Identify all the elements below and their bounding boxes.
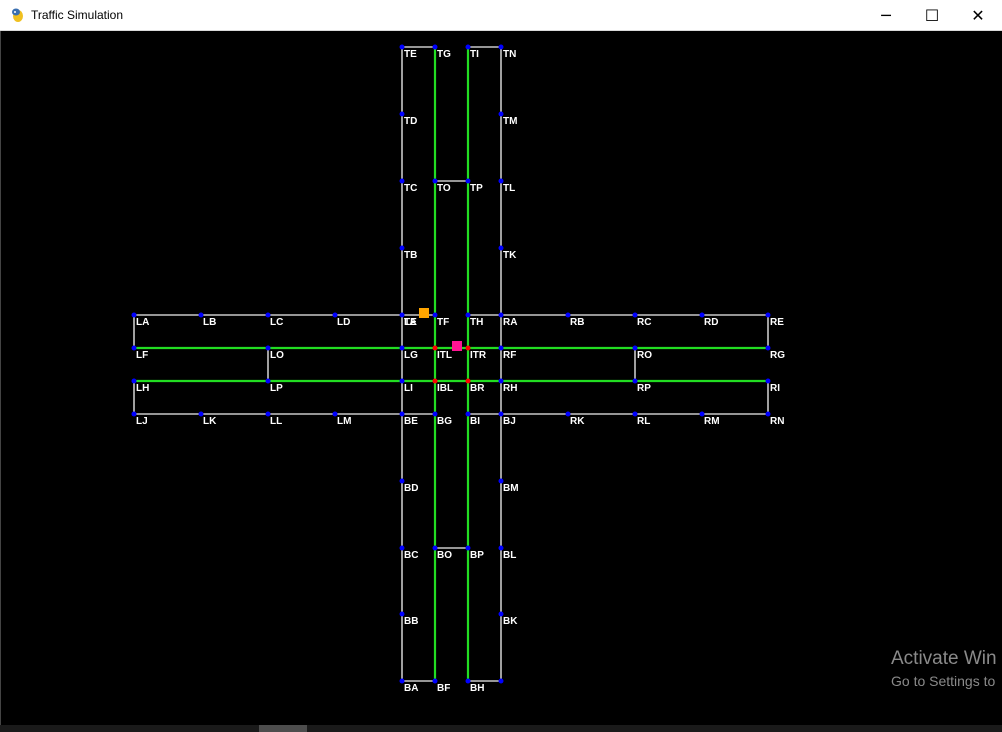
node-label: BI <box>470 416 480 427</box>
vehicle-pink <box>452 341 462 351</box>
node-label: BJ <box>503 416 516 427</box>
node-label: TP <box>470 183 483 194</box>
node-label: TH <box>470 317 483 328</box>
node-label: LJ <box>136 416 148 427</box>
node-label: RD <box>704 317 718 328</box>
node-label: IBL <box>437 383 453 394</box>
node-label: BP <box>470 550 484 561</box>
node-label: LO <box>270 350 284 361</box>
node-label: TF <box>437 317 449 328</box>
activate-windows-subtext: Go to Settings to <box>891 673 996 689</box>
node-label: LB <box>203 317 216 328</box>
node-label: TC <box>404 183 417 194</box>
node-label: TO <box>437 183 451 194</box>
node-label: BE <box>404 416 418 427</box>
node-label: LG <box>404 350 418 361</box>
node-label: TI <box>470 49 479 60</box>
node-label: RE <box>770 317 784 328</box>
node-label: RA <box>503 317 517 328</box>
node-labels: TE TG TI TNTD TMTC TO TP TLTB TKLA LB LC LD LETA TF TH… <box>136 49 785 694</box>
node-label: RK <box>570 416 585 427</box>
node-label: BM <box>503 483 519 494</box>
horizontal-scrollbar[interactable] <box>0 725 1002 732</box>
node-label: RN <box>770 416 784 427</box>
node-label: LM <box>337 416 351 427</box>
activate-windows-heading: Activate Win <box>891 648 997 669</box>
close-icon: ✕ <box>971 5 985 25</box>
road-network: TE TG TI TNTD TMTC TO TP TLTB TKLA LB LC LD LETA TF TH… <box>131 44 785 694</box>
node-label: LC <box>270 317 283 328</box>
window-title: Traffic Simulation <box>31 8 124 22</box>
close-button[interactable]: ✕ <box>955 0 1001 30</box>
node-label: BG <box>437 416 452 427</box>
node-label: RM <box>704 416 720 427</box>
node-label: BR <box>470 383 485 394</box>
simulation-canvas[interactable]: TE TG TI TN TD TM TC TO TP TL TB TK LA LB LC LD LE TA TF TH… <box>0 31 1002 725</box>
node-label: TG <box>437 49 451 60</box>
node-label: LA <box>136 317 149 328</box>
node-label: ITL <box>437 350 452 361</box>
node-label: RF <box>503 350 516 361</box>
node-label: BH <box>470 683 484 694</box>
node-label: TM <box>503 116 517 127</box>
road-nodes <box>131 44 771 684</box>
title-bar: Traffic Simulation ─ ☐ ✕ <box>0 0 1002 31</box>
node-label: BL <box>503 550 516 561</box>
node-label: LK <box>203 416 217 427</box>
maximize-icon: ☐ <box>924 5 940 25</box>
node-label: TB <box>404 250 417 261</box>
node-label: BA <box>404 683 418 694</box>
node-label: BF <box>437 683 450 694</box>
node-label: RH <box>503 383 517 394</box>
node-label: TN <box>503 49 516 60</box>
vehicle-orange <box>419 308 429 318</box>
minimize-icon: ─ <box>881 5 891 25</box>
node-label: ITR <box>470 350 487 361</box>
node-label: BB <box>404 616 418 627</box>
node-label: LH <box>136 383 149 394</box>
pygame-snake-icon <box>12 8 23 22</box>
node-label: TK <box>503 250 517 261</box>
node-label: LD <box>337 317 350 328</box>
scrollbar-thumb[interactable] <box>259 725 307 732</box>
node-label: BD <box>404 483 418 494</box>
node-label: BK <box>503 616 518 627</box>
node-label: RL <box>637 416 650 427</box>
node-label: RO <box>637 350 652 361</box>
node-label: LP <box>270 383 283 394</box>
node-label: TE <box>404 49 417 60</box>
node-label: LI <box>404 383 413 394</box>
node-label: TA <box>404 317 417 328</box>
node-label: RG <box>770 350 785 361</box>
node-label: BO <box>437 550 452 561</box>
maximize-button[interactable]: ☐ <box>909 0 955 30</box>
node-label: LL <box>270 416 282 427</box>
node-label: RB <box>570 317 584 328</box>
node-label: RI <box>770 383 780 394</box>
road-node <box>498 678 504 684</box>
node-label: BC <box>404 550 418 561</box>
node-label: RP <box>637 383 651 394</box>
green-lanes <box>134 47 768 681</box>
node-label: LF <box>136 350 148 361</box>
node-label: TD <box>404 116 417 127</box>
node-label: RC <box>637 317 651 328</box>
node-label: TL <box>503 183 515 194</box>
road-edges <box>133 46 769 682</box>
minimize-button[interactable]: ─ <box>863 0 909 30</box>
canvas-left-border <box>0 31 1 725</box>
